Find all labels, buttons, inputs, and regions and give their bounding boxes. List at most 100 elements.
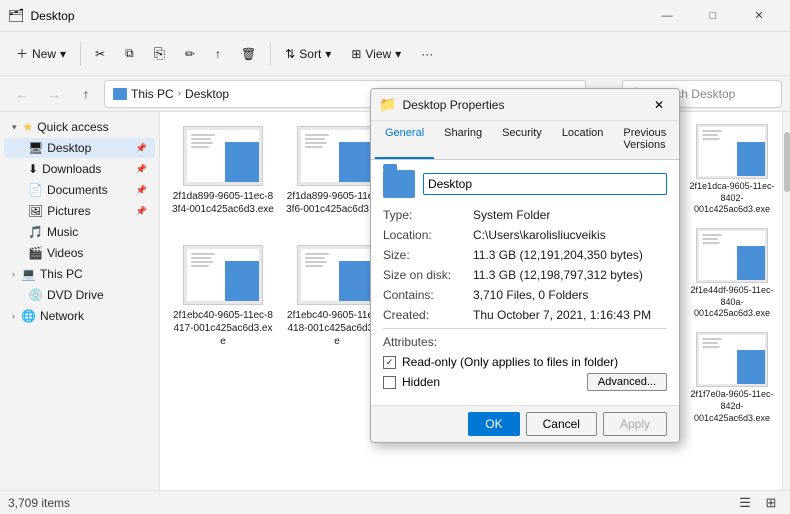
ok-button[interactable]: OK — [468, 412, 519, 436]
cut-button[interactable]: ✂ — [87, 43, 113, 65]
desktop-label: Desktop — [47, 141, 91, 155]
new-icon: ＋ — [16, 45, 28, 62]
new-button[interactable]: ＋ New ▾ — [8, 41, 74, 66]
dialog-properties: Type: System Folder Location: C:\Users\k… — [383, 208, 667, 322]
share-button[interactable]: ↑ — [207, 43, 229, 65]
dialog-separator — [383, 328, 667, 329]
list-view-button[interactable]: ☰ — [734, 492, 756, 514]
prop-label: Location: — [383, 228, 473, 242]
attributes-row: Attributes: — [383, 335, 667, 349]
breadcrumb-desktop[interactable]: Desktop — [185, 87, 229, 101]
quickaccess-label: Quick access — [37, 120, 108, 134]
share-icon: ↑ — [215, 47, 221, 61]
toolbar-separator-2 — [270, 42, 271, 66]
file-item[interactable]: 2f1da899-9605-11ec-83f4-001c425ac6d3.exe — [168, 120, 278, 235]
right-file-item[interactable]: 2f1f7e0a-9605-11ec-842d-001c425ac6d3.exe — [686, 328, 778, 428]
right-file-item[interactable]: 2f1e1dca-9605-11ec-8402-001c425ac6d3.exe — [686, 120, 778, 220]
right-file-item[interactable]: 2f1e44df-9605-11ec-840a-001c425ac6d3.exe — [686, 224, 778, 324]
view-icon: ⊞ — [351, 47, 361, 61]
folder-name-input[interactable] — [423, 173, 667, 195]
more-button[interactable]: ··· — [413, 43, 441, 65]
cancel-button[interactable]: Cancel — [526, 412, 597, 436]
property-row: Contains: 3,710 Files, 0 Folders — [383, 288, 667, 302]
dialog-folder-thumb — [383, 170, 415, 198]
right-file-name: 2f1f7e0a-9605-11ec-842d-001c425ac6d3.exe — [688, 389, 776, 424]
paste-button[interactable]: ⎘ — [146, 41, 173, 66]
prop-value: Thu October 7, 2021, 1:16:43 PM — [473, 308, 651, 322]
pin-icon: 📌 — [136, 143, 147, 154]
rename-icon: ✏ — [185, 47, 195, 61]
sidebar-item-network[interactable]: › 🌐 Network — [4, 306, 155, 326]
tab-security[interactable]: Security — [492, 121, 552, 159]
rename-button[interactable]: ✏ — [177, 43, 203, 65]
readonly-label: Read-only (Only applies to files in fold… — [402, 355, 618, 369]
hidden-checkbox[interactable] — [383, 376, 396, 389]
prop-label: Contains: — [383, 288, 473, 302]
prop-label: Created: — [383, 308, 473, 322]
sidebar-item-desktop[interactable]: 🖥 Desktop 📌 — [4, 138, 155, 158]
copy-button[interactable]: ⧉ — [117, 42, 142, 65]
forward-button[interactable]: → — [40, 80, 68, 108]
dialog-tabs: General Sharing Security Location Previo… — [371, 121, 679, 160]
properties-dialog[interactable]: 📁 Desktop Properties ✕ General Sharing S… — [370, 88, 680, 443]
title-bar: 🗂 Desktop — □ ✕ — [0, 0, 790, 32]
pin-icon-doc: 📌 — [136, 185, 147, 196]
videos-label: Videos — [47, 246, 83, 260]
advanced-button[interactable]: Advanced... — [587, 373, 667, 391]
file-name: 2f1ebc40-9605-11ec-8417-001c425ac6d3.exe — [172, 309, 274, 348]
file-thumbnail — [297, 126, 377, 186]
sidebar-item-dvd[interactable]: 💿 DVD Drive — [4, 285, 155, 305]
apply-button[interactable]: Apply — [603, 412, 667, 436]
scrollbar-thumb[interactable] — [784, 132, 790, 192]
network-label: Network — [40, 309, 84, 323]
sidebar-item-music[interactable]: 🎵 Music — [4, 222, 155, 242]
tab-general[interactable]: General — [375, 121, 434, 159]
sidebar-item-thispc[interactable]: › 💻 This PC — [4, 264, 155, 284]
maximize-button[interactable]: □ — [690, 0, 736, 32]
sidebar-item-documents[interactable]: 📄 Documents 📌 — [4, 180, 155, 200]
more-icon: ··· — [421, 47, 433, 61]
expand-icon: ▾ — [12, 122, 17, 133]
sort-label: Sort — [299, 47, 321, 61]
property-row: Size: 11.3 GB (12,191,204,350 bytes) — [383, 248, 667, 262]
file-item[interactable]: 2f1ebc40-9605-11ec-8417-001c425ac6d3.exe — [168, 239, 278, 354]
right-file-name: 2f1e44df-9605-11ec-840a-001c425ac6d3.exe — [688, 285, 776, 320]
tab-sharing[interactable]: Sharing — [434, 121, 492, 159]
dialog-folder-row — [383, 170, 667, 198]
dialog-body: Type: System Folder Location: C:\Users\k… — [371, 160, 679, 405]
dialog-close-button[interactable]: ✕ — [647, 93, 671, 117]
right-file-thumbnail — [696, 124, 768, 179]
readonly-checkbox[interactable] — [383, 356, 396, 369]
prop-label: Size on disk: — [383, 268, 473, 282]
up-button[interactable]: ↑ — [72, 80, 100, 108]
prop-label: Type: — [383, 208, 473, 222]
dialog-footer: OK Cancel Apply — [371, 405, 679, 442]
file-thumbnail — [183, 245, 263, 305]
prop-value: C:\Users\karolisliucveikis — [473, 228, 606, 242]
back-button[interactable]: ← — [8, 80, 36, 108]
breadcrumb-thispc[interactable]: This PC — [131, 87, 174, 101]
property-row: Created: Thu October 7, 2021, 1:16:43 PM — [383, 308, 667, 322]
sidebar-item-downloads[interactable]: ⬇ Downloads 📌 — [4, 159, 155, 179]
hidden-row: Hidden Advanced... — [383, 373, 667, 391]
sidebar-item-quickaccess[interactable]: ▾ ★ Quick access — [4, 117, 155, 137]
cut-icon: ✂ — [95, 47, 105, 61]
scrollbar[interactable] — [782, 112, 790, 490]
prop-value: 11.3 GB (12,191,204,350 bytes) — [473, 248, 643, 262]
delete-button[interactable]: 🗑 — [233, 43, 264, 65]
title-bar-left: 🗂 Desktop — [8, 8, 75, 24]
attributes-label: Attributes: — [383, 335, 473, 349]
grid-view-button[interactable]: ⊞ — [760, 492, 782, 514]
close-button[interactable]: ✕ — [736, 0, 782, 32]
tab-location[interactable]: Location — [552, 121, 614, 159]
documents-icon: 📄 — [28, 183, 43, 197]
thispc-label: This PC — [40, 267, 83, 281]
sidebar-item-videos[interactable]: 🎬 Videos — [4, 243, 155, 263]
minimize-button[interactable]: — — [644, 0, 690, 32]
sidebar-item-pictures[interactable]: 🖼 Pictures 📌 — [4, 201, 155, 221]
tab-previous-versions[interactable]: Previous Versions — [613, 121, 676, 159]
delete-icon: 🗑 — [241, 47, 256, 61]
view-button[interactable]: ⊞ View ▾ — [343, 43, 409, 65]
view-arrow-icon: ▾ — [395, 47, 401, 61]
sort-button[interactable]: ⇅ Sort ▾ — [277, 43, 339, 65]
